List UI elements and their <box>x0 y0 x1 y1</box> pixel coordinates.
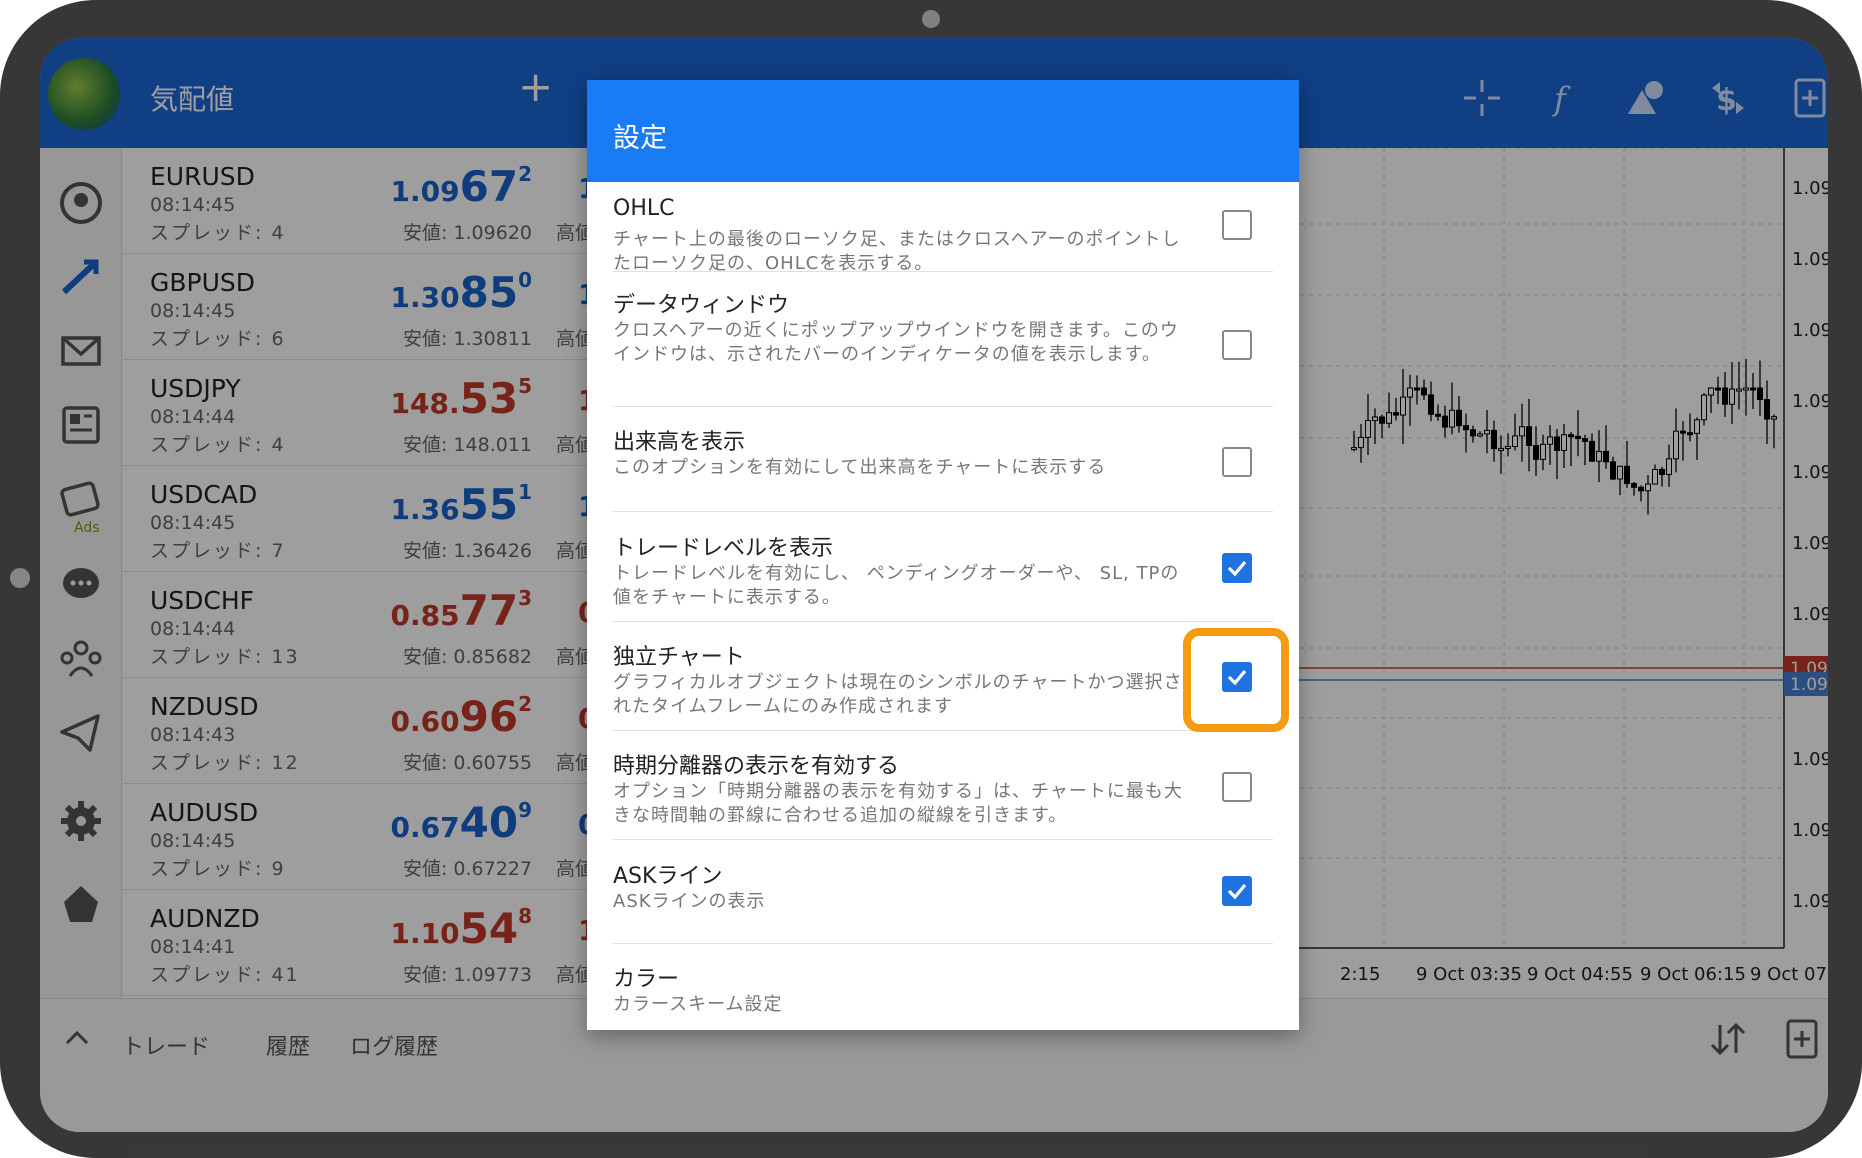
checkbox-unchecked[interactable] <box>1222 210 1252 240</box>
settings-item-title: ASKライン <box>613 864 723 889</box>
settings-item-title: 時期分離器の表示を有効する <box>613 754 900 779</box>
settings-item-title: OHLC <box>613 196 675 221</box>
settings-item-description: チャート上の最後のローソク足、またはクロスヘアーのポイントしたローソク足の、OH… <box>613 229 1181 274</box>
dialog-header: 設定 <box>587 80 1299 182</box>
settings-item[interactable]: OHLC チャート上の最後のローソク足、またはクロスヘアーのポイントしたローソク足… <box>613 182 1273 274</box>
checkbox-checked[interactable] <box>1222 876 1252 906</box>
checkbox-checked[interactable] <box>1222 553 1252 583</box>
settings-item-description: グラフィカルオブジェクトは現在のシンボルのチャートかつ選択されたタイムフレームに… <box>613 672 1183 717</box>
settings-item[interactable]: カラー カラースキーム設定 <box>613 943 1273 1030</box>
settings-item[interactable]: データウィンドウ クロスヘアーの近くにポップアップウインドウを開きます。このウイン… <box>613 271 1273 407</box>
settings-item-title: カラー <box>613 967 680 992</box>
settings-item-description: カラースキーム設定 <box>613 994 783 1015</box>
settings-item-title: 出来高を表示 <box>613 430 746 455</box>
settings-item-description: ASKラインの表示 <box>613 891 766 912</box>
checkbox-unchecked[interactable] <box>1222 330 1252 360</box>
settings-item-title: 独立チャート <box>613 645 745 670</box>
settings-item-description: クロスヘアーの近くにポップアップウインドウを開きます。このウインドウは、示された… <box>613 320 1179 365</box>
checkbox-unchecked[interactable] <box>1222 772 1252 802</box>
settings-item[interactable]: 独立チャート グラフィカルオブジェクトは現在のシンボルのチャートかつ選択されたタイ… <box>613 621 1273 731</box>
settings-item-description: このオプションを有効にして出来高をチャートに表示する <box>613 457 1107 478</box>
dialog-title: 設定 <box>613 123 667 154</box>
settings-item[interactable]: ASKライン ASKラインの表示 <box>613 840 1273 944</box>
settings-item[interactable]: トレードレベルを表示 トレードレベルを有効にし、 ペンディングオーダーや、 SL,… <box>613 512 1273 622</box>
highlight-box <box>1183 628 1289 732</box>
checkmark-icon <box>1227 560 1247 577</box>
settings-item[interactable]: 出来高を表示 このオプションを有効にして出来高をチャートに表示する <box>613 406 1273 512</box>
settings-item-title: トレードレベルを表示 <box>613 536 834 561</box>
settings-item-description: オプション「時期分離器の表示を有効する」は、チャートに最も大きな時間軸の罫線に合… <box>613 781 1183 826</box>
settings-item[interactable]: 時期分離器の表示を有効する オプション「時期分離器の表示を有効する」は、チャートに… <box>613 730 1273 840</box>
settings-item-title: データウィンドウ <box>613 293 790 318</box>
settings-dialog: 設定 OHLC チャート上の最後のローソク足、またはクロスヘアーのポイントしたロー… <box>587 80 1299 1030</box>
checkmark-icon <box>1227 883 1247 900</box>
checkbox-unchecked[interactable] <box>1222 447 1252 477</box>
settings-item-description: トレードレベルを有効にし、 ペンディングオーダーや、 SL, TPの値をチャート… <box>613 563 1180 608</box>
